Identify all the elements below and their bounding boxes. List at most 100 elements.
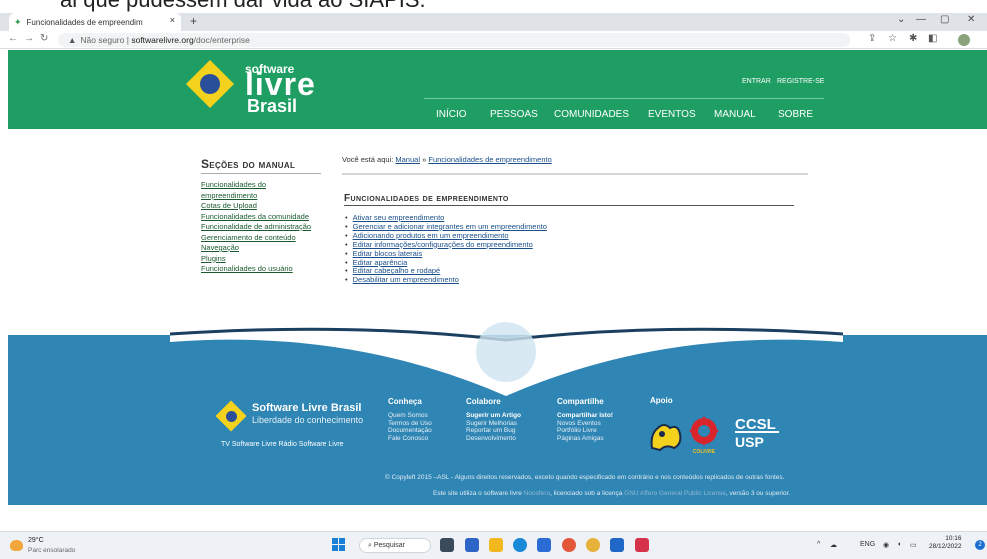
nav-manual[interactable]: MANUAL — [714, 109, 756, 120]
sidebar-item-navegacao[interactable]: Navegação — [201, 243, 326, 254]
weather-sun-icon — [10, 540, 23, 551]
reload-icon[interactable]: ↻ — [40, 33, 48, 44]
footer-link[interactable]: Documentação — [388, 427, 432, 435]
forward-icon[interactable]: → — [24, 33, 34, 44]
content-link-cabecalho[interactable]: Editar cabeçalho e rodapé — [353, 266, 441, 275]
content-link-aparencia[interactable]: Editar aparência — [353, 258, 408, 267]
extensions-icon[interactable]: ✱ — [909, 33, 917, 44]
edge-icon[interactable] — [513, 538, 527, 552]
footer-book-arc — [170, 322, 843, 396]
content-link-blocos[interactable]: Editar blocos laterais — [353, 249, 423, 258]
footer-link[interactable]: Sugerir um Artigo — [466, 412, 521, 420]
firefox-icon[interactable] — [562, 538, 576, 552]
file-explorer-icon[interactable] — [489, 538, 503, 552]
sponsor-asl-logo[interactable] — [648, 420, 684, 452]
windows-start-icon[interactable] — [332, 538, 345, 551]
nav-inicio[interactable]: INÍCIO — [436, 109, 467, 120]
sidebar-item-conteudo[interactable]: Gerenciamento de conteúdo — [201, 233, 326, 244]
close-tab-icon[interactable]: × — [170, 15, 175, 25]
tray-cloud-icon[interactable]: ☁ — [830, 541, 837, 549]
browser-tab-strip: ✦ Funcionalidades de empreendim × + ⌄ — … — [0, 13, 987, 31]
chrome-icon[interactable] — [586, 538, 600, 552]
footer-brand: Software Livre Brasil — [252, 402, 362, 414]
footer-link[interactable]: Novos Eventos — [557, 420, 613, 428]
sidebar-item-comunidade[interactable]: Funcionalidades da comunidade — [201, 212, 326, 223]
language-indicator[interactable]: ENG — [860, 541, 875, 548]
footer-col-colabore: Colabore Sugerir um Artigo Sugerir Melho… — [466, 397, 521, 442]
system-clock[interactable]: 10:16 28/12/2022 — [929, 535, 962, 551]
sponsor-colivre-text: COLIVRE — [693, 449, 716, 455]
sidebar-item-plugins[interactable]: Plugins — [201, 254, 326, 265]
url-input[interactable]: ▲ Não seguro | softwarelivre.org/doc/ente… — [58, 33, 850, 47]
bookmark-star-icon[interactable]: ☆ — [888, 33, 897, 44]
notification-badge[interactable]: 2 — [975, 540, 985, 550]
tray-chevron-icon[interactable]: ^ — [817, 541, 820, 548]
nav-eventos[interactable]: EVENTOS — [648, 109, 696, 120]
noosfero-link[interactable]: Noosfero — [524, 490, 550, 497]
chat-icon[interactable] — [465, 538, 479, 552]
close-window-icon[interactable]: ✕ — [967, 14, 975, 25]
sidebar-item-funcionalidades-empreendimento-line2[interactable]: empreendimento — [201, 191, 326, 202]
content-list: Ativar seu empreendimento Gerenciar e ad… — [345, 213, 547, 285]
site-favicon-icon: ✦ — [14, 16, 22, 27]
nav-comunidades[interactable]: COMUNIDADES — [554, 109, 629, 120]
footer-link[interactable]: Fale Conosco — [388, 435, 432, 443]
content-link-produtos[interactable]: Adicionando produtos em um empreendiment… — [353, 231, 509, 240]
content-link-ativar[interactable]: Ativar seu empreendimento — [353, 213, 445, 222]
sponsor-ccsl-text: CCSL — [735, 416, 776, 433]
footer-col-title: Colabore — [466, 397, 501, 406]
apoio-title: Apoio — [650, 396, 673, 405]
footer-col-title: Conheça — [388, 397, 422, 406]
nav-sobre[interactable]: SOBRE — [778, 109, 813, 120]
content-link-desabilitar[interactable]: Desabilitar um empreendimento — [353, 275, 459, 284]
content-link-configuracoes[interactable]: Editar informações/configurações do empr… — [353, 240, 533, 249]
taskbar-search[interactable]: ⌕ Pesquisar — [359, 538, 431, 553]
battery-icon[interactable]: ▭ — [910, 541, 917, 549]
gnu-license-link[interactable]: GNU Affero General Public License — [624, 490, 726, 497]
volume-icon[interactable]: ◖ — [897, 541, 901, 548]
footer-link[interactable]: Termos de Uso — [388, 420, 432, 428]
logo-globe-icon — [200, 74, 220, 94]
sidebar-item-funcionalidades-empreendimento-line1[interactable]: Funcionalidades do — [201, 180, 326, 191]
tab-search-icon[interactable]: ⌄ — [897, 14, 905, 25]
wifi-icon[interactable]: ◉ — [883, 541, 889, 549]
logo-brasil: Brasil — [247, 96, 298, 116]
app-icon[interactable] — [635, 538, 649, 552]
new-tab-button[interactable]: + — [190, 14, 197, 28]
minimize-icon[interactable]: — — [916, 14, 926, 25]
url-host: softwarelivre.org — [131, 35, 194, 45]
browser-tab[interactable]: ✦ Funcionalidades de empreendim × — [9, 13, 181, 31]
login-link[interactable]: ENTRAR — [742, 78, 771, 85]
sponsor-ccsl-logo[interactable]: CCSL USP — [732, 413, 782, 453]
sponsor-colivre-logo[interactable]: COLIVRE — [686, 415, 722, 455]
sidebar-item-administracao[interactable]: Funcionalidade de administração — [201, 222, 326, 233]
breadcrumb-manual[interactable]: Manual — [395, 155, 420, 164]
footer-link[interactable]: Reportar um Bug — [466, 427, 521, 435]
footer-link[interactable]: Compartilhar Isto! — [557, 412, 613, 420]
footer-link[interactable]: Desenvolvimento — [466, 435, 521, 443]
share-icon[interactable]: ⇪ — [868, 33, 876, 44]
site-logo[interactable]: software livre Brasil — [185, 55, 325, 125]
sidebar-item-cotas-upload[interactable]: Cotas de Upload — [201, 201, 326, 212]
task-view-icon[interactable] — [440, 538, 454, 552]
register-link[interactable]: REGISTRE-SE — [777, 78, 824, 85]
content-link-integrantes[interactable]: Gerenciar e adicionar integrantes em um … — [353, 222, 547, 231]
sidebar-item-usuario[interactable]: Funcionalidades do usuário — [201, 264, 326, 275]
footer-link[interactable]: Sugerir Melhorias — [466, 420, 521, 428]
address-bar-row: ← → ↻ ▲ Não seguro | softwarelivre.org/do… — [0, 31, 987, 49]
sidebar-divider — [201, 173, 321, 174]
main-nav: INÍCIO PESSOAS COMUNIDADES EVENTOS MANUA… — [424, 98, 824, 128]
sponsor-usp-text: USP — [735, 434, 764, 450]
footer-link[interactable]: Quem Somos — [388, 412, 432, 420]
breadcrumb-current[interactable]: Funcionalidades de empreendimento — [428, 155, 551, 164]
footer-links[interactable]: TV Software Livre Rádio Software Livre — [221, 441, 344, 448]
back-icon[interactable]: ← — [8, 33, 18, 44]
store-icon[interactable] — [537, 538, 551, 552]
sidebar-icon[interactable]: ◧ — [928, 33, 937, 44]
maximize-icon[interactable]: ▢ — [940, 14, 949, 25]
profile-avatar[interactable] — [958, 34, 970, 46]
footer-link[interactable]: Páginas Amigas — [557, 435, 613, 443]
nav-pessoas[interactable]: PESSOAS — [490, 109, 538, 120]
mail-icon[interactable] — [610, 538, 624, 552]
footer-link[interactable]: Portfólio Livre — [557, 427, 613, 435]
